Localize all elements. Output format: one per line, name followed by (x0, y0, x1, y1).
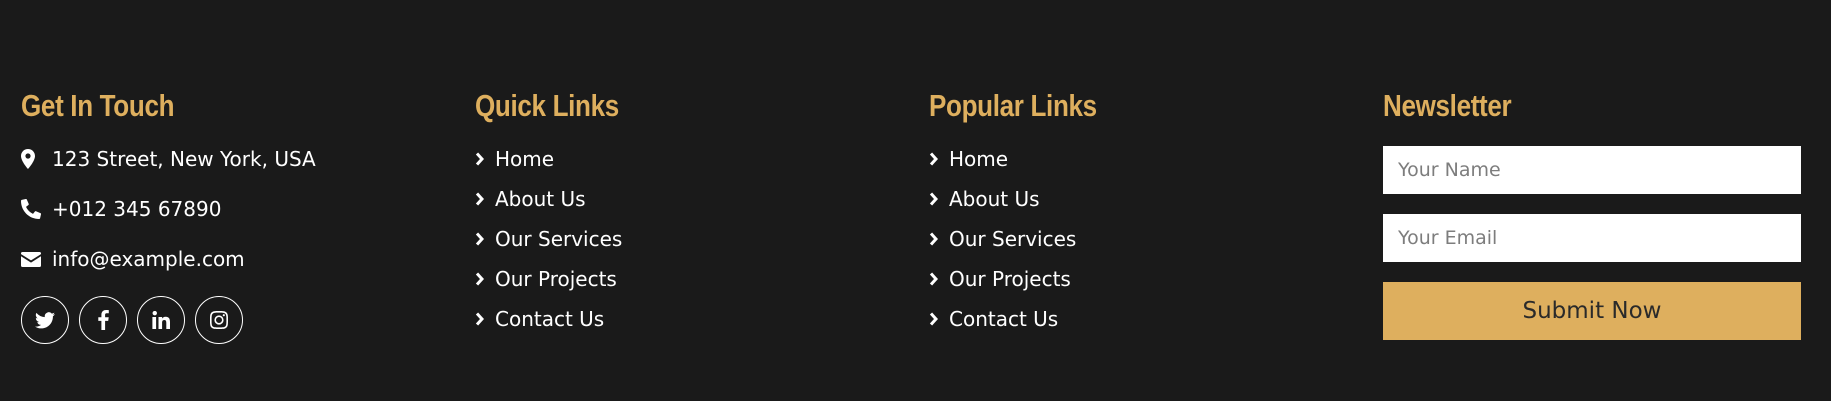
popular-link-our-services[interactable]: Our Services (929, 226, 1349, 252)
quick-links-section: Quick Links Home About Us Our Services O… (475, 86, 895, 346)
quick-link-label: Home (495, 147, 555, 171)
envelope-icon (21, 248, 43, 270)
quick-links-title: Quick Links (475, 88, 619, 123)
map-marker-icon (21, 148, 43, 170)
quick-link-contact-us[interactable]: Contact Us (475, 306, 895, 332)
linkedin-icon (152, 311, 170, 329)
quick-link-about-us[interactable]: About Us (475, 186, 895, 212)
contact-phone: +012 345 67890 (21, 196, 441, 222)
chevron-right-icon (475, 312, 495, 326)
chevron-right-icon (929, 312, 949, 326)
quick-link-label: Our Projects (495, 267, 617, 291)
popular-link-label: Our Projects (949, 267, 1071, 291)
contact-list: 123 Street, New York, USA +012 345 67890… (21, 146, 441, 272)
quick-link-label: Contact Us (495, 307, 605, 331)
quick-link-our-projects[interactable]: Our Projects (475, 266, 895, 292)
chevron-right-icon (929, 152, 949, 166)
newsletter-name-input[interactable] (1383, 146, 1801, 194)
popular-link-home[interactable]: Home (929, 146, 1349, 172)
contact-address: 123 Street, New York, USA (21, 146, 441, 172)
chevron-right-icon (929, 232, 949, 246)
twitter-button[interactable] (21, 296, 69, 344)
quick-link-label: About Us (495, 187, 586, 211)
popular-links-list: Home About Us Our Services Our Projects … (929, 146, 1349, 332)
popular-links-title: Popular Links (929, 88, 1097, 123)
chevron-right-icon (475, 192, 495, 206)
contact-email-text: info@example.com (52, 247, 245, 271)
popular-link-label: Our Services (949, 227, 1077, 251)
contact-phone-text: +012 345 67890 (52, 197, 222, 221)
twitter-icon (35, 311, 55, 328)
facebook-button[interactable] (79, 296, 127, 344)
popular-links-section: Popular Links Home About Us Our Services… (929, 86, 1349, 346)
popular-link-label: Contact Us (949, 307, 1059, 331)
quick-link-label: Our Services (495, 227, 623, 251)
linkedin-button[interactable] (137, 296, 185, 344)
footer: Get In Touch 123 Street, New York, USA +… (0, 0, 1831, 401)
get-in-touch-section: Get In Touch 123 Street, New York, USA +… (21, 86, 441, 344)
contact-email: info@example.com (21, 246, 441, 272)
chevron-right-icon (475, 232, 495, 246)
popular-link-about-us[interactable]: About Us (929, 186, 1349, 212)
instagram-icon (210, 311, 228, 329)
social-links (21, 296, 441, 344)
chevron-right-icon (475, 152, 495, 166)
phone-icon (21, 198, 43, 220)
chevron-right-icon (475, 272, 495, 286)
quick-links-list: Home About Us Our Services Our Projects … (475, 146, 895, 332)
popular-link-contact-us[interactable]: Contact Us (929, 306, 1349, 332)
submit-now-button[interactable]: Submit Now (1383, 282, 1801, 340)
instagram-button[interactable] (195, 296, 243, 344)
contact-address-text: 123 Street, New York, USA (52, 147, 316, 171)
facebook-icon (97, 310, 109, 330)
popular-link-label: About Us (949, 187, 1040, 211)
chevron-right-icon (929, 272, 949, 286)
quick-link-our-services[interactable]: Our Services (475, 226, 895, 252)
chevron-right-icon (929, 192, 949, 206)
popular-link-our-projects[interactable]: Our Projects (929, 266, 1349, 292)
newsletter-email-input[interactable] (1383, 214, 1801, 262)
get-in-touch-title: Get In Touch (21, 88, 175, 123)
popular-link-label: Home (949, 147, 1009, 171)
newsletter-title: Newsletter (1383, 88, 1512, 123)
newsletter-section: Newsletter Submit Now (1383, 86, 1801, 340)
quick-link-home[interactable]: Home (475, 146, 895, 172)
